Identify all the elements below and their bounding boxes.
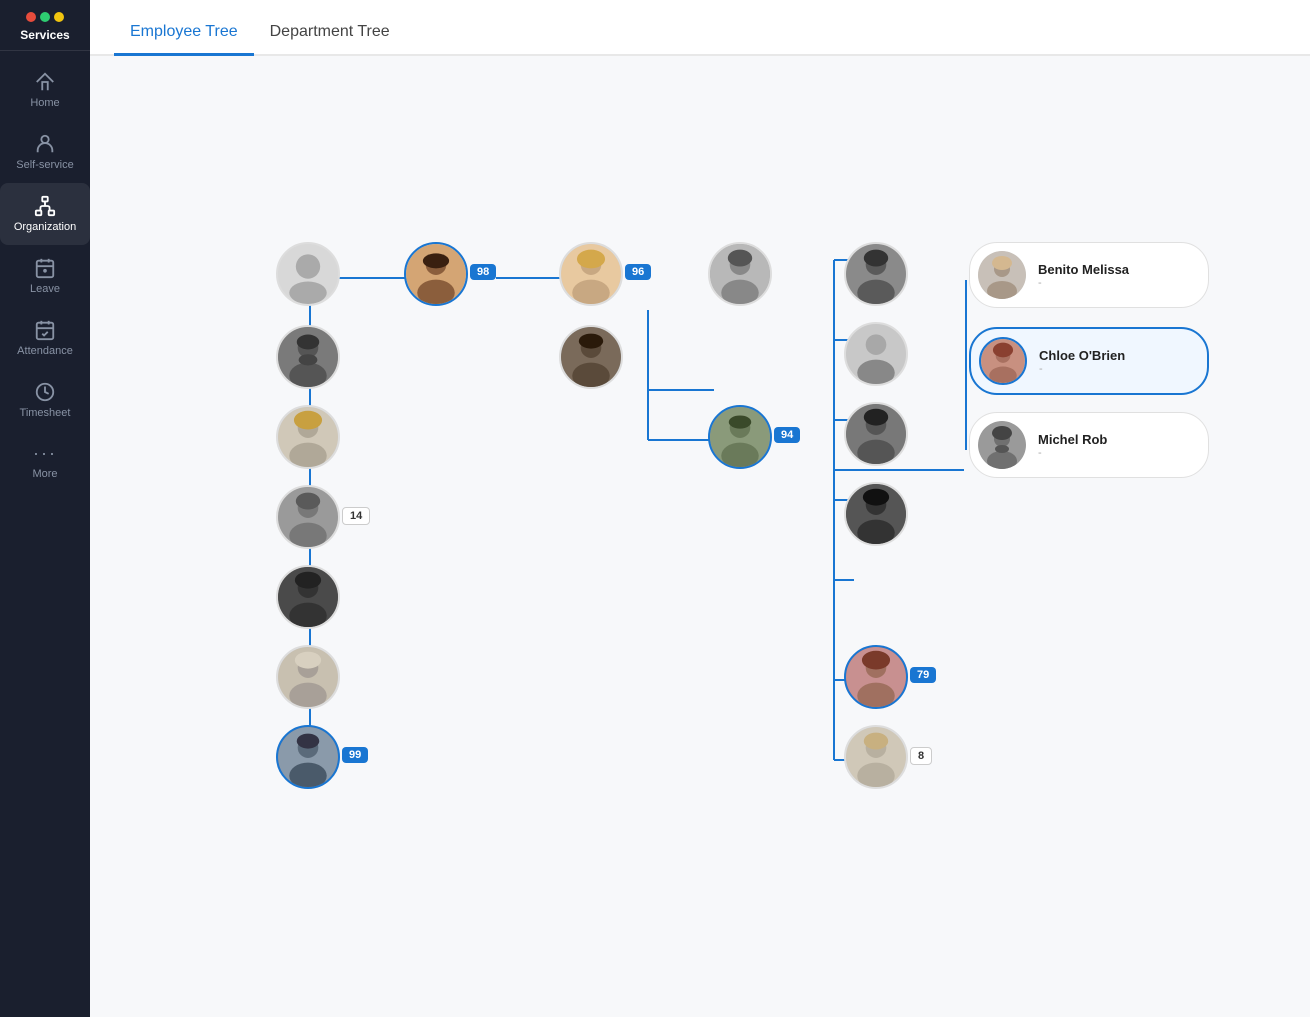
sidebar-nav: Home Self-service Organization xyxy=(0,51,90,500)
sidebar-item-leave[interactable]: Leave xyxy=(0,245,90,307)
card-info-benito: Benito Melissa - xyxy=(1038,262,1129,289)
sidebar-item-self-service[interactable]: Self-service xyxy=(0,121,90,183)
card-chloe-obrien[interactable]: Chloe O'Brien - xyxy=(969,327,1209,395)
badge-n3: 96 xyxy=(625,264,651,280)
badge-n9: 14 xyxy=(342,507,370,525)
sidebar-label-organization: Organization xyxy=(14,221,76,233)
avatar-n10[interactable] xyxy=(276,565,340,629)
avatar-n11[interactable] xyxy=(276,645,340,709)
person-f3-icon xyxy=(710,244,770,304)
person-m6-icon xyxy=(846,244,906,304)
avatar-n3[interactable] xyxy=(559,242,623,306)
sidebar-label-leave: Leave xyxy=(30,283,60,295)
card-info-chloe: Chloe O'Brien - xyxy=(1039,348,1125,375)
person-f10-icon xyxy=(846,647,906,707)
sidebar-label-attendance: Attendance xyxy=(17,345,73,357)
avatar-r5[interactable] xyxy=(844,645,908,709)
person-f1-icon xyxy=(406,244,466,304)
tab-department-tree[interactable]: Department Tree xyxy=(254,7,406,56)
home-icon xyxy=(34,71,56,93)
avatar-r3[interactable] xyxy=(844,402,908,466)
card-name-chloe: Chloe O'Brien xyxy=(1039,348,1125,363)
sidebar-label-self-service: Self-service xyxy=(16,159,73,171)
org-icon xyxy=(34,195,56,217)
attendance-icon xyxy=(34,319,56,341)
sidebar-label-timesheet: Timesheet xyxy=(20,407,71,419)
avatar-r4[interactable] xyxy=(844,482,908,546)
person-f11-icon xyxy=(846,727,906,787)
dot-red xyxy=(26,12,36,22)
person-m4-icon xyxy=(278,487,338,547)
tree-area: 98 96 xyxy=(90,56,1310,1017)
badge-r5: 79 xyxy=(910,667,936,683)
person-icon xyxy=(34,133,56,155)
person-f4-icon xyxy=(278,407,338,467)
badge-n6: 94 xyxy=(774,427,800,443)
person-f6-icon xyxy=(278,647,338,707)
card-benito-melissa[interactable]: Benito Melissa - xyxy=(969,242,1209,308)
card-role-michel: - xyxy=(1038,447,1107,459)
more-dots-icon: ··· xyxy=(33,443,57,464)
dot-green xyxy=(40,12,50,22)
sidebar-item-organization[interactable]: Organization xyxy=(0,183,90,245)
avatar-n2[interactable] xyxy=(404,242,468,306)
benito-avatar-icon xyxy=(978,251,1026,299)
avatar-r6[interactable] xyxy=(844,725,908,789)
brand-dots xyxy=(26,12,64,22)
timesheet-icon xyxy=(34,381,56,403)
avatar-n4[interactable] xyxy=(559,325,623,389)
avatar-n15[interactable] xyxy=(276,725,340,789)
org-tree: 98 96 xyxy=(114,80,1286,840)
avatar-n1[interactable] xyxy=(276,242,340,306)
person-f5-icon xyxy=(278,567,338,627)
person-f9-icon xyxy=(846,484,906,544)
badge-n2: 98 xyxy=(470,264,496,280)
sidebar-item-more[interactable]: ··· More xyxy=(0,431,90,492)
brand-label: Services xyxy=(20,28,69,42)
person-m5-icon xyxy=(278,727,338,787)
card-name-benito: Benito Melissa xyxy=(1038,262,1129,277)
avatar-n6[interactable] xyxy=(708,405,772,469)
avatar-n5[interactable] xyxy=(708,242,772,306)
badge-r6: 8 xyxy=(910,747,932,765)
card-michel-rob[interactable]: Michel Rob - xyxy=(969,412,1209,478)
avatar-r2[interactable] xyxy=(844,322,908,386)
person-f8-icon xyxy=(846,404,906,464)
card-role-chloe: - xyxy=(1039,363,1125,375)
leave-icon xyxy=(34,257,56,279)
tab-employee-tree[interactable]: Employee Tree xyxy=(114,7,254,56)
chloe-avatar-icon xyxy=(981,339,1025,383)
sidebar-label-more: More xyxy=(32,468,57,480)
tabs-bar: Employee Tree Department Tree xyxy=(90,0,1310,56)
sidebar-item-home[interactable]: Home xyxy=(0,59,90,121)
person-f2-icon xyxy=(561,244,621,304)
person-m3-icon xyxy=(278,327,338,387)
card-avatar-chloe xyxy=(979,337,1027,385)
card-info-michel: Michel Rob - xyxy=(1038,432,1107,459)
badge-n15: 99 xyxy=(342,747,368,763)
sidebar-item-timesheet[interactable]: Timesheet xyxy=(0,369,90,431)
card-name-michel: Michel Rob xyxy=(1038,432,1107,447)
sidebar-item-attendance[interactable]: Attendance xyxy=(0,307,90,369)
card-avatar-benito xyxy=(978,251,1026,299)
main-content: Employee Tree Department Tree xyxy=(90,0,1310,1017)
person-f7-icon xyxy=(846,324,906,384)
sidebar-brand: Services xyxy=(0,0,90,51)
card-avatar-michel xyxy=(978,421,1026,469)
avatar-r1[interactable] xyxy=(844,242,908,306)
person-m1-icon xyxy=(561,327,621,387)
avatar-n7[interactable] xyxy=(276,325,340,389)
sidebar: Services Home Self-service Organization xyxy=(0,0,90,1017)
sidebar-label-home: Home xyxy=(30,97,59,109)
card-role-benito: - xyxy=(1038,277,1129,289)
avatar-n8[interactable] xyxy=(276,405,340,469)
dot-yellow xyxy=(54,12,64,22)
default-avatar-icon xyxy=(278,244,338,304)
michel-avatar-icon xyxy=(978,421,1026,469)
person-m2-icon xyxy=(710,407,770,467)
avatar-n9[interactable] xyxy=(276,485,340,549)
